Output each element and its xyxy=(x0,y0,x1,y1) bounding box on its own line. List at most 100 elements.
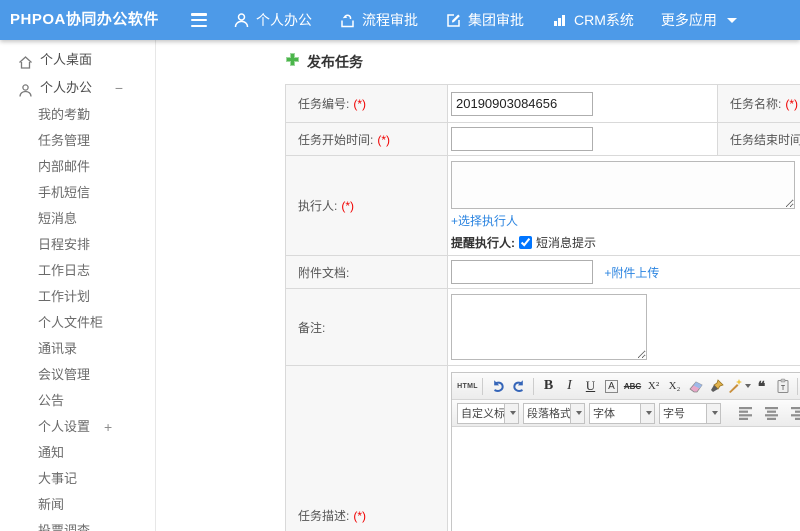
add-plus-icon xyxy=(285,52,300,72)
font-size-dropdown[interactable]: 字号 xyxy=(659,402,721,424)
sidebar-item-personal-settings[interactable]: 个人设置 + xyxy=(0,414,155,440)
font-family-dropdown[interactable]: 字体 xyxy=(589,402,655,424)
align-right-icon xyxy=(790,406,800,420)
hamburger-menu-icon[interactable] xyxy=(191,12,209,28)
sidebar-item-address-book[interactable]: 通讯录 xyxy=(0,336,155,362)
app-logo[interactable]: PHPOA协同办公软件 xyxy=(10,0,159,40)
blockquote-button[interactable]: ❝ xyxy=(751,376,772,397)
nav-item-more-apps[interactable]: 更多应用 xyxy=(661,10,737,30)
undo-icon xyxy=(493,380,504,392)
edit-icon xyxy=(445,12,462,29)
task-number-input[interactable] xyxy=(451,91,593,116)
custom-heading-dropdown[interactable]: 自定义标题 xyxy=(457,402,519,424)
align-right-button[interactable] xyxy=(787,403,800,424)
nav-item-group-approval[interactable]: 集团审批 xyxy=(445,10,524,30)
sidebar-item-short-message[interactable]: 短消息 xyxy=(0,206,155,232)
caret-down-icon xyxy=(509,411,516,415)
sidebar-item-my-attendance[interactable]: 我的考勤 xyxy=(0,102,155,128)
task-description-label: 任务描述: (*) xyxy=(285,365,448,531)
sms-remind-option-label: 短消息提示 xyxy=(536,236,597,250)
strikethrough-button[interactable]: ABC xyxy=(622,376,643,397)
executor-label: 执行人: (*) xyxy=(285,155,448,256)
align-left-icon xyxy=(738,406,752,420)
sidebar-item-notification[interactable]: 通知 xyxy=(0,440,155,466)
remark-textarea[interactable] xyxy=(451,294,647,360)
sidebar-item-personal-office[interactable]: 个人办公 − xyxy=(0,74,155,102)
auto-typeset-button[interactable] xyxy=(727,376,751,397)
top-navigation: 个人办公 流程审批 集团审批 CRM系统 更多应用 xyxy=(233,0,737,40)
paragraph-format-dropdown[interactable]: 段落格式 xyxy=(523,402,585,424)
user-icon xyxy=(233,12,250,29)
sidebar-item-work-plan[interactable]: 工作计划 xyxy=(0,284,155,310)
select-executor-link[interactable]: +选择执行人 xyxy=(451,214,518,228)
editor-toolbar-row-2: 自定义标题 段落格式 字体 字号 xyxy=(452,400,800,427)
nav-item-label: CRM系统 xyxy=(574,12,634,28)
nav-item-workflow-approval[interactable]: 流程审批 xyxy=(339,10,418,30)
collapse-minus-icon[interactable]: − xyxy=(115,74,123,102)
magic-wand-icon xyxy=(729,379,742,393)
bold-button[interactable]: B xyxy=(538,376,559,397)
highlight-button[interactable]: A xyxy=(601,376,622,397)
sidebar: 个人桌面 个人办公 − 我的考勤 任务管理 内部邮件 手机短信 短消息 日程安排… xyxy=(0,40,156,531)
nav-item-personal-office[interactable]: 个人办公 xyxy=(233,10,312,30)
align-center-icon xyxy=(764,406,778,420)
remark-label: 备注: xyxy=(285,288,448,366)
align-center-button[interactable] xyxy=(761,403,782,424)
nav-item-label: 集团审批 xyxy=(468,12,524,28)
subscript-button[interactable]: X₂ xyxy=(664,376,685,397)
start-time-label: 任务开始时间: (*) xyxy=(285,122,448,156)
attachment-upload-link[interactable]: +附件上传 xyxy=(604,266,659,280)
eraser-button[interactable] xyxy=(685,376,706,397)
editor-content-area[interactable] xyxy=(452,427,800,531)
eraser-icon xyxy=(688,381,703,393)
svg-text:T: T xyxy=(780,385,785,392)
caret-down-icon xyxy=(575,411,582,415)
nav-item-label: 流程审批 xyxy=(362,12,418,28)
app-header: PHPOA协同办公软件 个人办公 流程审批 集团审批 CRM系统 更多应用 xyxy=(0,0,800,40)
sidebar-item-work-log[interactable]: 工作日志 xyxy=(0,258,155,284)
italic-button[interactable]: I xyxy=(559,376,580,397)
publish-task-form: 任务编号:(*) 任务名称:(*) 任务开始时间:(*) 任务结束时间:(*) xyxy=(285,84,800,531)
nav-item-label: 更多应用 xyxy=(660,12,717,28)
start-time-input[interactable] xyxy=(451,127,593,151)
bar-chart-icon xyxy=(551,12,568,29)
executor-textarea[interactable] xyxy=(451,161,795,209)
sms-remind-checkbox[interactable] xyxy=(519,236,532,249)
format-brush-button[interactable] xyxy=(706,376,727,397)
nav-item-label: 个人办公 xyxy=(256,12,312,28)
align-left-button[interactable] xyxy=(735,403,756,424)
caret-down-icon xyxy=(645,411,652,415)
redo-icon xyxy=(512,380,523,392)
sidebar-item-personal-desktop[interactable]: 个人桌面 xyxy=(0,46,155,74)
superscript-button[interactable]: X² xyxy=(643,376,664,397)
sidebar-item-schedule[interactable]: 日程安排 xyxy=(0,232,155,258)
attachment-input[interactable] xyxy=(451,260,593,284)
rich-text-editor: HTML B I U A ABC X² X₂ ❝ T 自定义标 段落格式 字体 … xyxy=(451,372,800,531)
sidebar-item-meeting-management[interactable]: 会议管理 xyxy=(0,362,155,388)
html-source-button[interactable]: HTML xyxy=(457,376,478,397)
underline-button[interactable]: U xyxy=(580,376,601,397)
page-title: 发布任务 xyxy=(285,52,363,72)
sidebar-item-personal-file-cabinet[interactable]: 个人文件柜 xyxy=(0,310,155,336)
sidebar-item-task-management[interactable]: 任务管理 xyxy=(0,128,155,154)
undo-button[interactable] xyxy=(487,376,508,397)
nav-item-crm-system[interactable]: CRM系统 xyxy=(551,10,634,30)
brush-icon xyxy=(710,379,724,392)
paste-text-button[interactable]: T xyxy=(772,376,793,397)
sidebar-item-internal-mail[interactable]: 内部邮件 xyxy=(0,154,155,180)
caret-down-icon xyxy=(726,17,737,23)
main-content: 发布任务 任务编号:(*) 任务名称:(*) 任务开始时间:(*) xyxy=(157,40,800,531)
workflow-icon xyxy=(339,12,356,29)
end-time-label: 任务结束时间:(*) xyxy=(717,122,800,156)
sidebar-item-announcement[interactable]: 公告 xyxy=(0,388,155,414)
sidebar-item-vote-survey[interactable]: 投票调查 xyxy=(0,518,155,531)
caret-down-icon xyxy=(711,411,718,415)
sidebar-item-mobile-sms[interactable]: 手机短信 xyxy=(0,180,155,206)
expand-plus-icon[interactable]: + xyxy=(104,414,112,440)
clipboard-icon: T xyxy=(777,378,788,393)
sidebar-item-major-events[interactable]: 大事记 xyxy=(0,466,155,492)
redo-button[interactable] xyxy=(508,376,529,397)
sidebar-item-news[interactable]: 新闻 xyxy=(0,492,155,518)
task-number-label: 任务编号: (*) xyxy=(285,84,448,123)
task-name-label: 任务名称: (*) xyxy=(717,84,800,123)
